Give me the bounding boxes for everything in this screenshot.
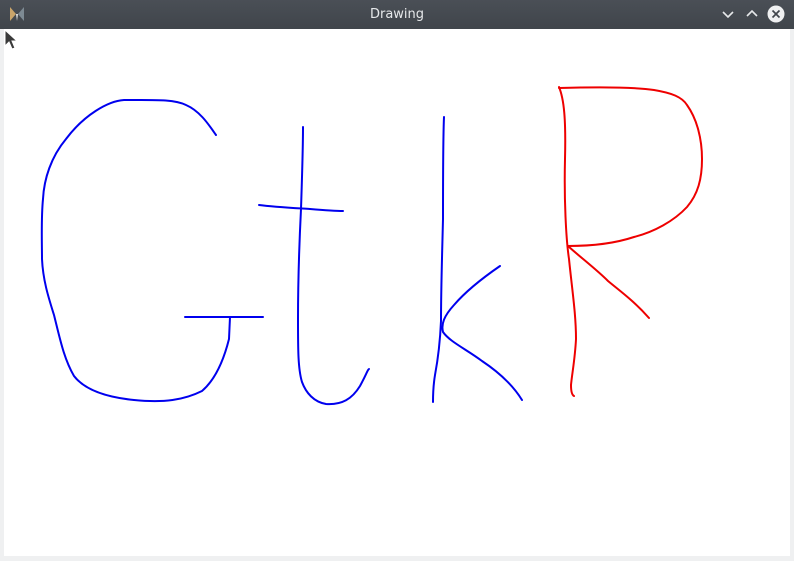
stroke-r-bowl	[558, 86, 703, 247]
drawing-canvas[interactable]	[4, 29, 790, 556]
drawing-window: Drawing	[0, 0, 794, 561]
maximize-button[interactable]	[742, 4, 762, 24]
window-title: Drawing	[369, 7, 425, 22]
title-bar[interactable]: Drawing	[0, 0, 794, 29]
stroke-k-stem	[432, 116, 445, 403]
stroke-r-leg	[567, 245, 650, 319]
stroke-t-stem	[297, 126, 370, 406]
chevron-up-icon	[746, 9, 758, 17]
minimize-button[interactable]	[718, 4, 738, 24]
close-icon	[767, 5, 785, 23]
stroke-g	[40, 98, 231, 403]
drawing-surface[interactable]	[4, 29, 790, 556]
stroke-r-stem	[558, 86, 577, 397]
mouse-cursor-icon	[4, 29, 18, 50]
chevron-down-icon	[722, 11, 734, 19]
close-button[interactable]	[766, 4, 786, 24]
app-icon[interactable]	[7, 4, 27, 24]
stroke-k-arms	[441, 265, 523, 401]
